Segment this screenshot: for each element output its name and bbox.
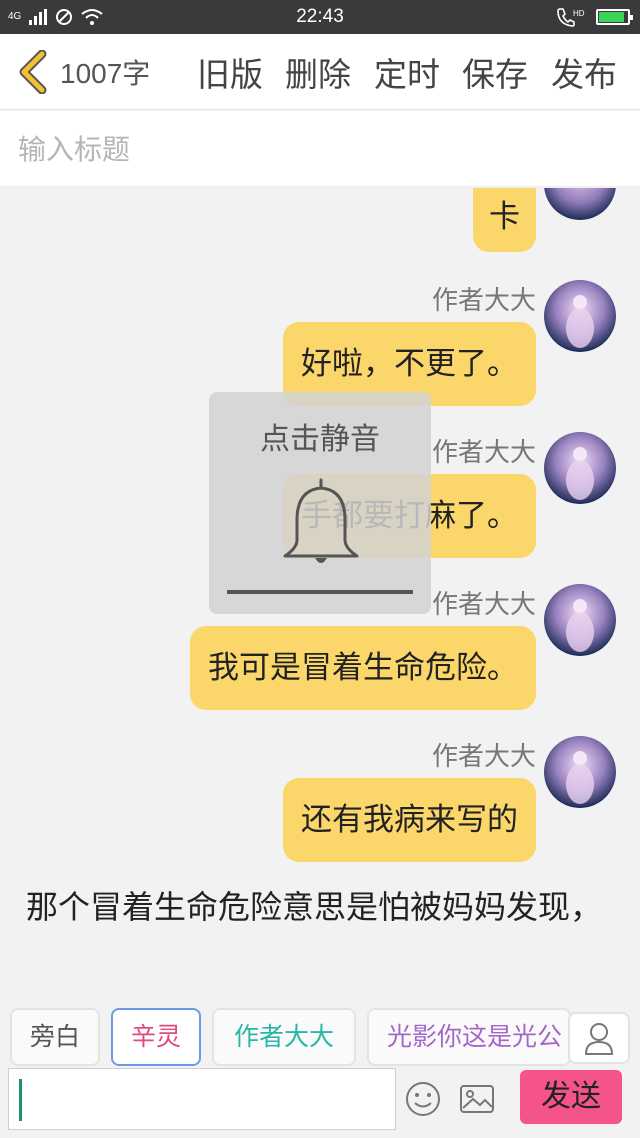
delete-button[interactable]: 删除 [285, 48, 351, 96]
clock: 22:43 [296, 6, 344, 27]
message-input[interactable] [8, 1068, 396, 1130]
mute-label: 点击静音 [260, 422, 380, 457]
svg-text:HD: HD [573, 9, 585, 18]
publish-button[interactable]: 发布 [551, 48, 617, 96]
author-avatar[interactable] [544, 188, 616, 220]
author-avatar[interactable] [544, 280, 616, 352]
composer: 发送 [0, 1066, 640, 1138]
message-bubble[interactable]: 卡 [473, 188, 536, 252]
back-arrow-icon[interactable] [14, 50, 54, 94]
author-avatar[interactable] [544, 584, 616, 656]
mute-popup[interactable]: 点击静音 [209, 392, 431, 614]
role-author[interactable]: 作者大大 [212, 1008, 356, 1066]
role-xinling[interactable]: 辛灵 [111, 1008, 201, 1066]
narration-text[interactable]: 那个冒着生命危险意思是怕被妈妈发现， [26, 884, 616, 930]
emoji-icon[interactable] [404, 1080, 442, 1118]
title-bar [0, 111, 640, 187]
role-narrator[interactable]: 旁白 [10, 1008, 100, 1066]
title-input[interactable] [18, 129, 618, 169]
role-guangying[interactable]: 光影你这是光公 [367, 1008, 571, 1066]
sender-name: 作者大大 [431, 438, 536, 468]
send-button[interactable]: 发送 [520, 1070, 622, 1124]
author-avatar[interactable] [544, 432, 616, 504]
message-bubble[interactable]: 我可是冒着生命危险。 [190, 626, 536, 710]
status-bar: 4G 22:43 HD [0, 0, 640, 34]
role-selector: 旁白 辛灵 作者大大 光影你这是光公 [0, 1004, 640, 1070]
message-bubble[interactable]: 还有我病来写的 [283, 778, 536, 862]
save-button[interactable]: 保存 [462, 48, 528, 96]
schedule-button[interactable]: 定时 [374, 48, 440, 96]
text-cursor [19, 1079, 22, 1121]
hd-call-icon: HD [557, 8, 585, 27]
image-icon[interactable] [458, 1080, 496, 1118]
sender-name: 作者大大 [431, 286, 536, 316]
person-icon [584, 1023, 614, 1055]
sender-name: 作者大大 [431, 590, 536, 620]
old-version-button[interactable]: 旧版 [197, 48, 263, 96]
bell-icon [283, 478, 359, 563]
battery-icon [596, 9, 633, 25]
mute-divider [227, 590, 413, 594]
add-role-button[interactable] [568, 1012, 630, 1064]
author-avatar[interactable] [544, 736, 616, 808]
sender-name: 作者大大 [431, 742, 536, 772]
editor-toolbar: 1007字 旧版 删除 定时 保存 发布 [0, 34, 640, 110]
word-count: 1007字 [60, 58, 151, 89]
